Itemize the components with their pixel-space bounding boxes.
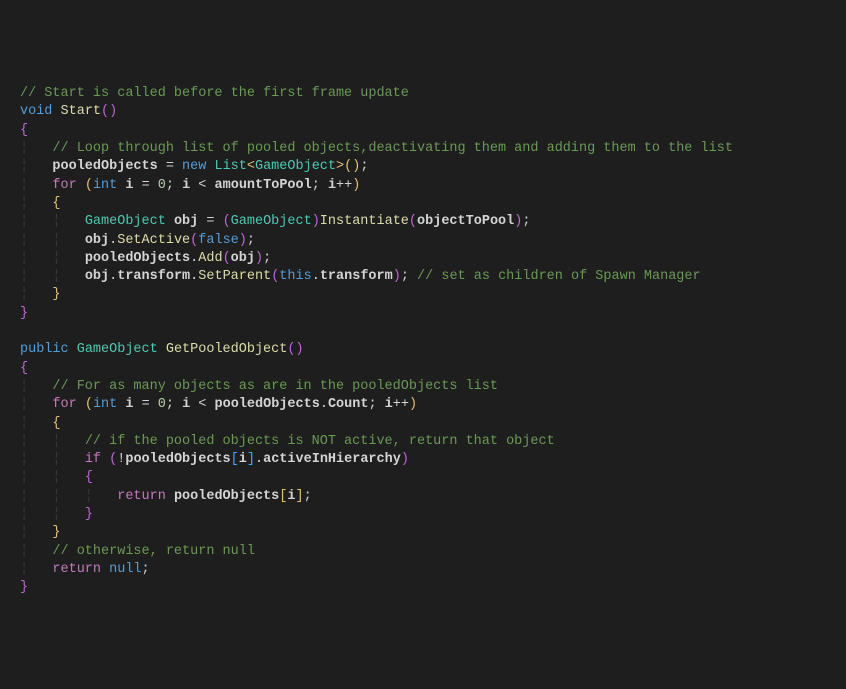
- code-line: ¦ // otherwise, return null: [20, 543, 826, 561]
- code-line: // Start is called before the first fram…: [20, 85, 826, 103]
- brace: {: [85, 470, 93, 485]
- keyword: int: [93, 397, 117, 412]
- code-line: ¦ ¦ ¦ return pooledObjects[i];: [20, 488, 826, 506]
- keyword: void: [20, 104, 52, 119]
- brace: }: [52, 525, 60, 540]
- identifier: pooledObjects: [52, 159, 157, 174]
- identifier: obj: [85, 269, 109, 284]
- code-line: ¦ {: [20, 195, 826, 213]
- keyword: if: [85, 452, 101, 467]
- identifier: transform: [320, 269, 393, 284]
- comment-text: // Loop through list of pooled objects,d…: [52, 141, 733, 156]
- code-line: [20, 323, 826, 341]
- brace: {: [52, 416, 60, 431]
- identifier: pooledObjects: [85, 251, 190, 266]
- code-line: ¦ }: [20, 524, 826, 542]
- code-line: ¦ ¦ GameObject obj = (GameObject)Instant…: [20, 213, 826, 231]
- code-line: ¦ ¦ obj.SetActive(false);: [20, 232, 826, 250]
- keyword: for: [52, 397, 76, 412]
- function-name: SetParent: [198, 269, 271, 284]
- code-line: void Start(): [20, 103, 826, 121]
- code-line: ¦ return null;: [20, 561, 826, 579]
- identifier: activeInHierarchy: [263, 452, 401, 467]
- keyword: this: [279, 269, 311, 284]
- brace: }: [20, 306, 28, 321]
- keyword: return: [117, 489, 166, 504]
- comment-text: // For as many objects as are in the poo…: [52, 379, 498, 394]
- code-line: ¦ ¦ }: [20, 506, 826, 524]
- code-line: ¦ ¦ {: [20, 469, 826, 487]
- keyword: public: [20, 342, 69, 357]
- comment-text: // otherwise, return null: [52, 544, 255, 559]
- code-line: ¦ // Loop through list of pooled objects…: [20, 140, 826, 158]
- code-line: ¦ }: [20, 286, 826, 304]
- code-line: {: [20, 122, 826, 140]
- keyword: false: [198, 233, 239, 248]
- code-line: ¦ ¦ pooledObjects.Add(obj);: [20, 250, 826, 268]
- identifier: objectToPool: [417, 214, 514, 229]
- code-line: ¦ for (int i = 0; i < pooledObjects.Coun…: [20, 396, 826, 414]
- keyword: return: [52, 562, 101, 577]
- code-line: ¦ for (int i = 0; i < amountToPool; i++): [20, 177, 826, 195]
- identifier: pooledObjects: [174, 489, 279, 504]
- code-line: public GameObject GetPooledObject(): [20, 341, 826, 359]
- keyword: null: [109, 562, 141, 577]
- brace: {: [20, 361, 28, 376]
- function-name: Instantiate: [320, 214, 409, 229]
- function-name: Add: [198, 251, 222, 266]
- class-name: GameObject: [77, 342, 158, 357]
- comment-text: // if the pooled objects is NOT active, …: [85, 434, 555, 449]
- function-name: SetActive: [117, 233, 190, 248]
- comment-text: // Start is called before the first fram…: [20, 86, 409, 101]
- identifier: Count: [328, 397, 369, 412]
- brace: {: [52, 196, 60, 211]
- brace: }: [20, 580, 28, 595]
- identifier: obj: [85, 233, 109, 248]
- function-name: Start: [61, 104, 102, 119]
- code-line: ¦ {: [20, 415, 826, 433]
- code-editor[interactable]: // Start is called before the first fram…: [20, 85, 826, 597]
- number: 0: [158, 178, 166, 193]
- class-name: GameObject: [85, 214, 166, 229]
- comment-text: // set as children of Spawn Manager: [409, 269, 701, 284]
- class-name: GameObject: [231, 214, 312, 229]
- identifier: transform: [117, 269, 190, 284]
- function-name: GetPooledObject: [166, 342, 288, 357]
- brace: }: [85, 507, 93, 522]
- code-line: ¦ // For as many objects as are in the p…: [20, 378, 826, 396]
- brace: }: [52, 287, 60, 302]
- keyword: int: [93, 178, 117, 193]
- keyword: for: [52, 178, 76, 193]
- code-line: }: [20, 305, 826, 323]
- identifier: obj: [231, 251, 255, 266]
- identifier: i: [239, 452, 247, 467]
- class-name: GameObject: [255, 159, 336, 174]
- identifier: pooledObjects: [215, 397, 320, 412]
- code-line: ¦ ¦ obj.transform.SetParent(this.transfo…: [20, 268, 826, 286]
- paren: (): [101, 104, 117, 119]
- code-line: ¦ ¦ if (!pooledObjects[i].activeInHierar…: [20, 451, 826, 469]
- brace: {: [20, 123, 28, 138]
- class-name: List: [214, 159, 246, 174]
- code-line: ¦ pooledObjects = new List<GameObject>()…: [20, 158, 826, 176]
- code-line: ¦ ¦ // if the pooled objects is NOT acti…: [20, 433, 826, 451]
- identifier: pooledObjects: [125, 452, 230, 467]
- identifier: amountToPool: [215, 178, 312, 193]
- code-line: }: [20, 579, 826, 597]
- code-line: {: [20, 360, 826, 378]
- identifier: obj: [174, 214, 198, 229]
- keyword: new: [182, 159, 206, 174]
- number: 0: [158, 397, 166, 412]
